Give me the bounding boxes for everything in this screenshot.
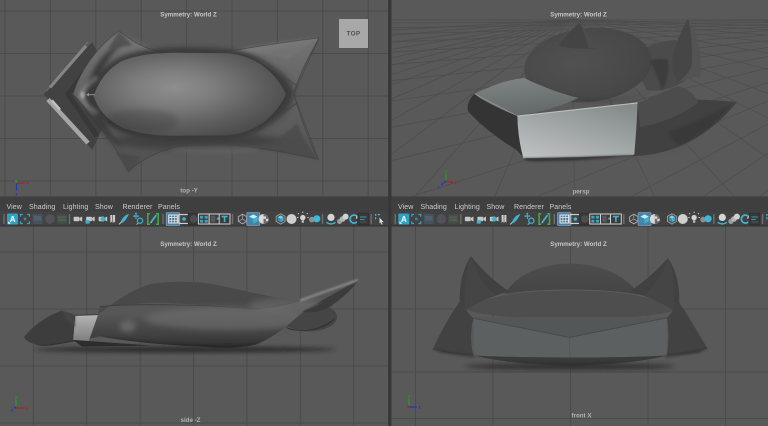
svg-text:Renderer: Renderer <box>514 204 545 211</box>
svg-text:Symmetry: World Z: Symmetry: World Z <box>550 12 607 19</box>
svg-text:Symmetry: World Z: Symmetry: World Z <box>550 241 607 248</box>
svg-text:A: A <box>10 215 16 224</box>
svg-text:View: View <box>7 204 23 211</box>
svg-text:persp: persp <box>573 189 590 196</box>
svg-text:View: View <box>398 204 414 211</box>
svg-text:Show: Show <box>487 204 506 211</box>
svg-text:Shading: Shading <box>421 204 447 211</box>
svg-text:Lighting: Lighting <box>455 204 480 211</box>
svg-text:Renderer: Renderer <box>123 204 154 211</box>
svg-text:Panels: Panels <box>158 204 180 211</box>
svg-text:Show: Show <box>95 204 114 211</box>
svg-text:front X: front X <box>572 413 593 420</box>
svg-text:top -Y: top -Y <box>180 188 198 195</box>
svg-text:Symmetry: World Z: Symmetry: World Z <box>160 241 217 248</box>
svg-text:TOP: TOP <box>346 31 360 38</box>
svg-text:Symmetry: World Z: Symmetry: World Z <box>160 12 217 19</box>
svg-text:Panels: Panels <box>550 204 572 211</box>
svg-text:Shading: Shading <box>29 204 55 211</box>
svg-text:Lighting: Lighting <box>63 204 88 211</box>
svg-text:side -Z: side -Z <box>181 417 201 424</box>
